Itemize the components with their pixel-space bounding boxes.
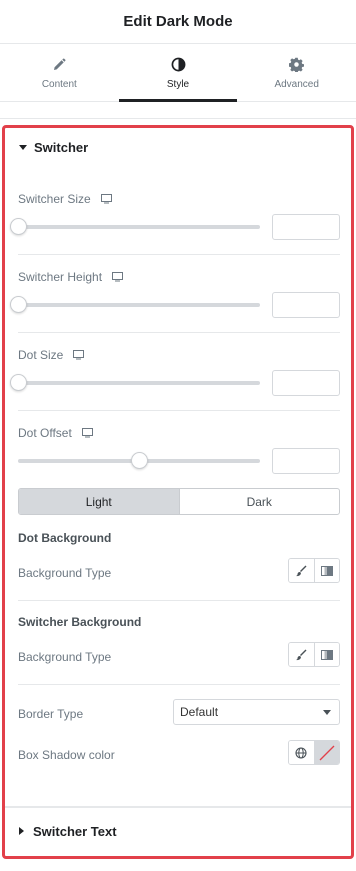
- pencil-icon: [51, 57, 67, 73]
- slider-handle[interactable]: [10, 218, 27, 235]
- tab-style[interactable]: Style: [118, 45, 238, 102]
- dot-background-type-label: Background Type: [18, 566, 112, 580]
- dot-background-type-buttons: [288, 558, 340, 583]
- desktop-icon[interactable]: [100, 194, 112, 204]
- switcher-panel: Switcher Switcher Size Switcher Height D…: [2, 125, 354, 859]
- slider-handle[interactable]: [131, 452, 148, 469]
- classic-brush-icon[interactable]: [289, 559, 314, 582]
- panel-header: Edit Dark Mode: [0, 0, 356, 44]
- dot-size-slider[interactable]: [10, 374, 260, 391]
- page-title: Edit Dark Mode: [123, 13, 233, 30]
- divider: [18, 410, 340, 411]
- gradient-icon[interactable]: [313, 559, 339, 582]
- section-toggle-switcher-text[interactable]: Switcher Text: [19, 821, 117, 841]
- slider-handle[interactable]: [10, 374, 27, 391]
- tab-label: Content: [41, 78, 77, 90]
- divider: [5, 806, 351, 808]
- section-toggle-switcher[interactable]: Switcher: [19, 137, 88, 157]
- desktop-icon[interactable]: [81, 428, 93, 438]
- section-title: Switcher Text: [33, 823, 117, 839]
- color-picker-swatch[interactable]: [313, 741, 339, 764]
- control-label-switcher-height: Switcher Height: [18, 270, 124, 284]
- switcher-size-slider[interactable]: [10, 218, 260, 235]
- dot-offset-input[interactable]: [272, 448, 340, 474]
- caret-right-icon: [19, 827, 24, 835]
- box-shadow-color-controls: [288, 740, 340, 765]
- switcher-background-heading: Switcher Background: [18, 615, 142, 629]
- divider: [18, 254, 340, 255]
- dot-size-input[interactable]: [272, 370, 340, 396]
- desktop-icon[interactable]: [112, 272, 124, 282]
- border-type-value: Default: [180, 705, 219, 719]
- switcher-background-type-buttons: [288, 642, 340, 667]
- label-text: Switcher Height: [18, 270, 103, 284]
- control-label-switcher-size: Switcher Size: [18, 192, 112, 206]
- mode-option-dark[interactable]: Dark: [180, 489, 340, 514]
- divider: [18, 600, 340, 601]
- label-text: Dot Size: [18, 348, 64, 362]
- slider-handle[interactable]: [10, 296, 27, 313]
- switcher-size-input[interactable]: [272, 214, 340, 240]
- caret-down-icon: [19, 144, 27, 150]
- divider: [0, 118, 356, 119]
- border-type-label: Border Type: [18, 707, 84, 721]
- tab-content[interactable]: Content: [0, 45, 119, 101]
- tab-advanced[interactable]: Advanced: [237, 45, 356, 101]
- divider: [18, 332, 340, 333]
- switcher-height-slider[interactable]: [10, 296, 260, 313]
- mode-switch: Light Dark: [18, 488, 340, 515]
- dot-background-heading: Dot Background: [18, 531, 112, 545]
- switcher-background-type-label: Background Type: [18, 650, 112, 664]
- tab-bar: Content Style Advanced: [0, 45, 356, 102]
- classic-brush-icon[interactable]: [289, 643, 314, 666]
- control-label-dot-offset: Dot Offset: [18, 426, 93, 440]
- contrast-icon: [170, 57, 186, 73]
- dot-offset-slider[interactable]: [18, 452, 260, 469]
- globe-icon[interactable]: [289, 741, 314, 764]
- label-text: Dot Offset: [18, 426, 72, 440]
- label-text: Switcher Size: [18, 192, 91, 206]
- tab-label: Advanced: [274, 78, 319, 90]
- border-type-select[interactable]: Default: [173, 699, 340, 725]
- divider: [18, 684, 340, 685]
- chevron-down-icon: [323, 710, 331, 715]
- tab-label: Style: [166, 78, 190, 90]
- desktop-icon[interactable]: [73, 350, 85, 360]
- mode-option-light[interactable]: Light: [19, 489, 180, 514]
- gear-icon: [289, 57, 305, 73]
- section-title: Switcher: [34, 139, 89, 155]
- control-label-dot-size: Dot Size: [18, 348, 85, 362]
- box-shadow-color-label: Box Shadow color: [18, 748, 115, 762]
- gradient-icon[interactable]: [313, 643, 339, 666]
- switcher-height-input[interactable]: [272, 292, 340, 318]
